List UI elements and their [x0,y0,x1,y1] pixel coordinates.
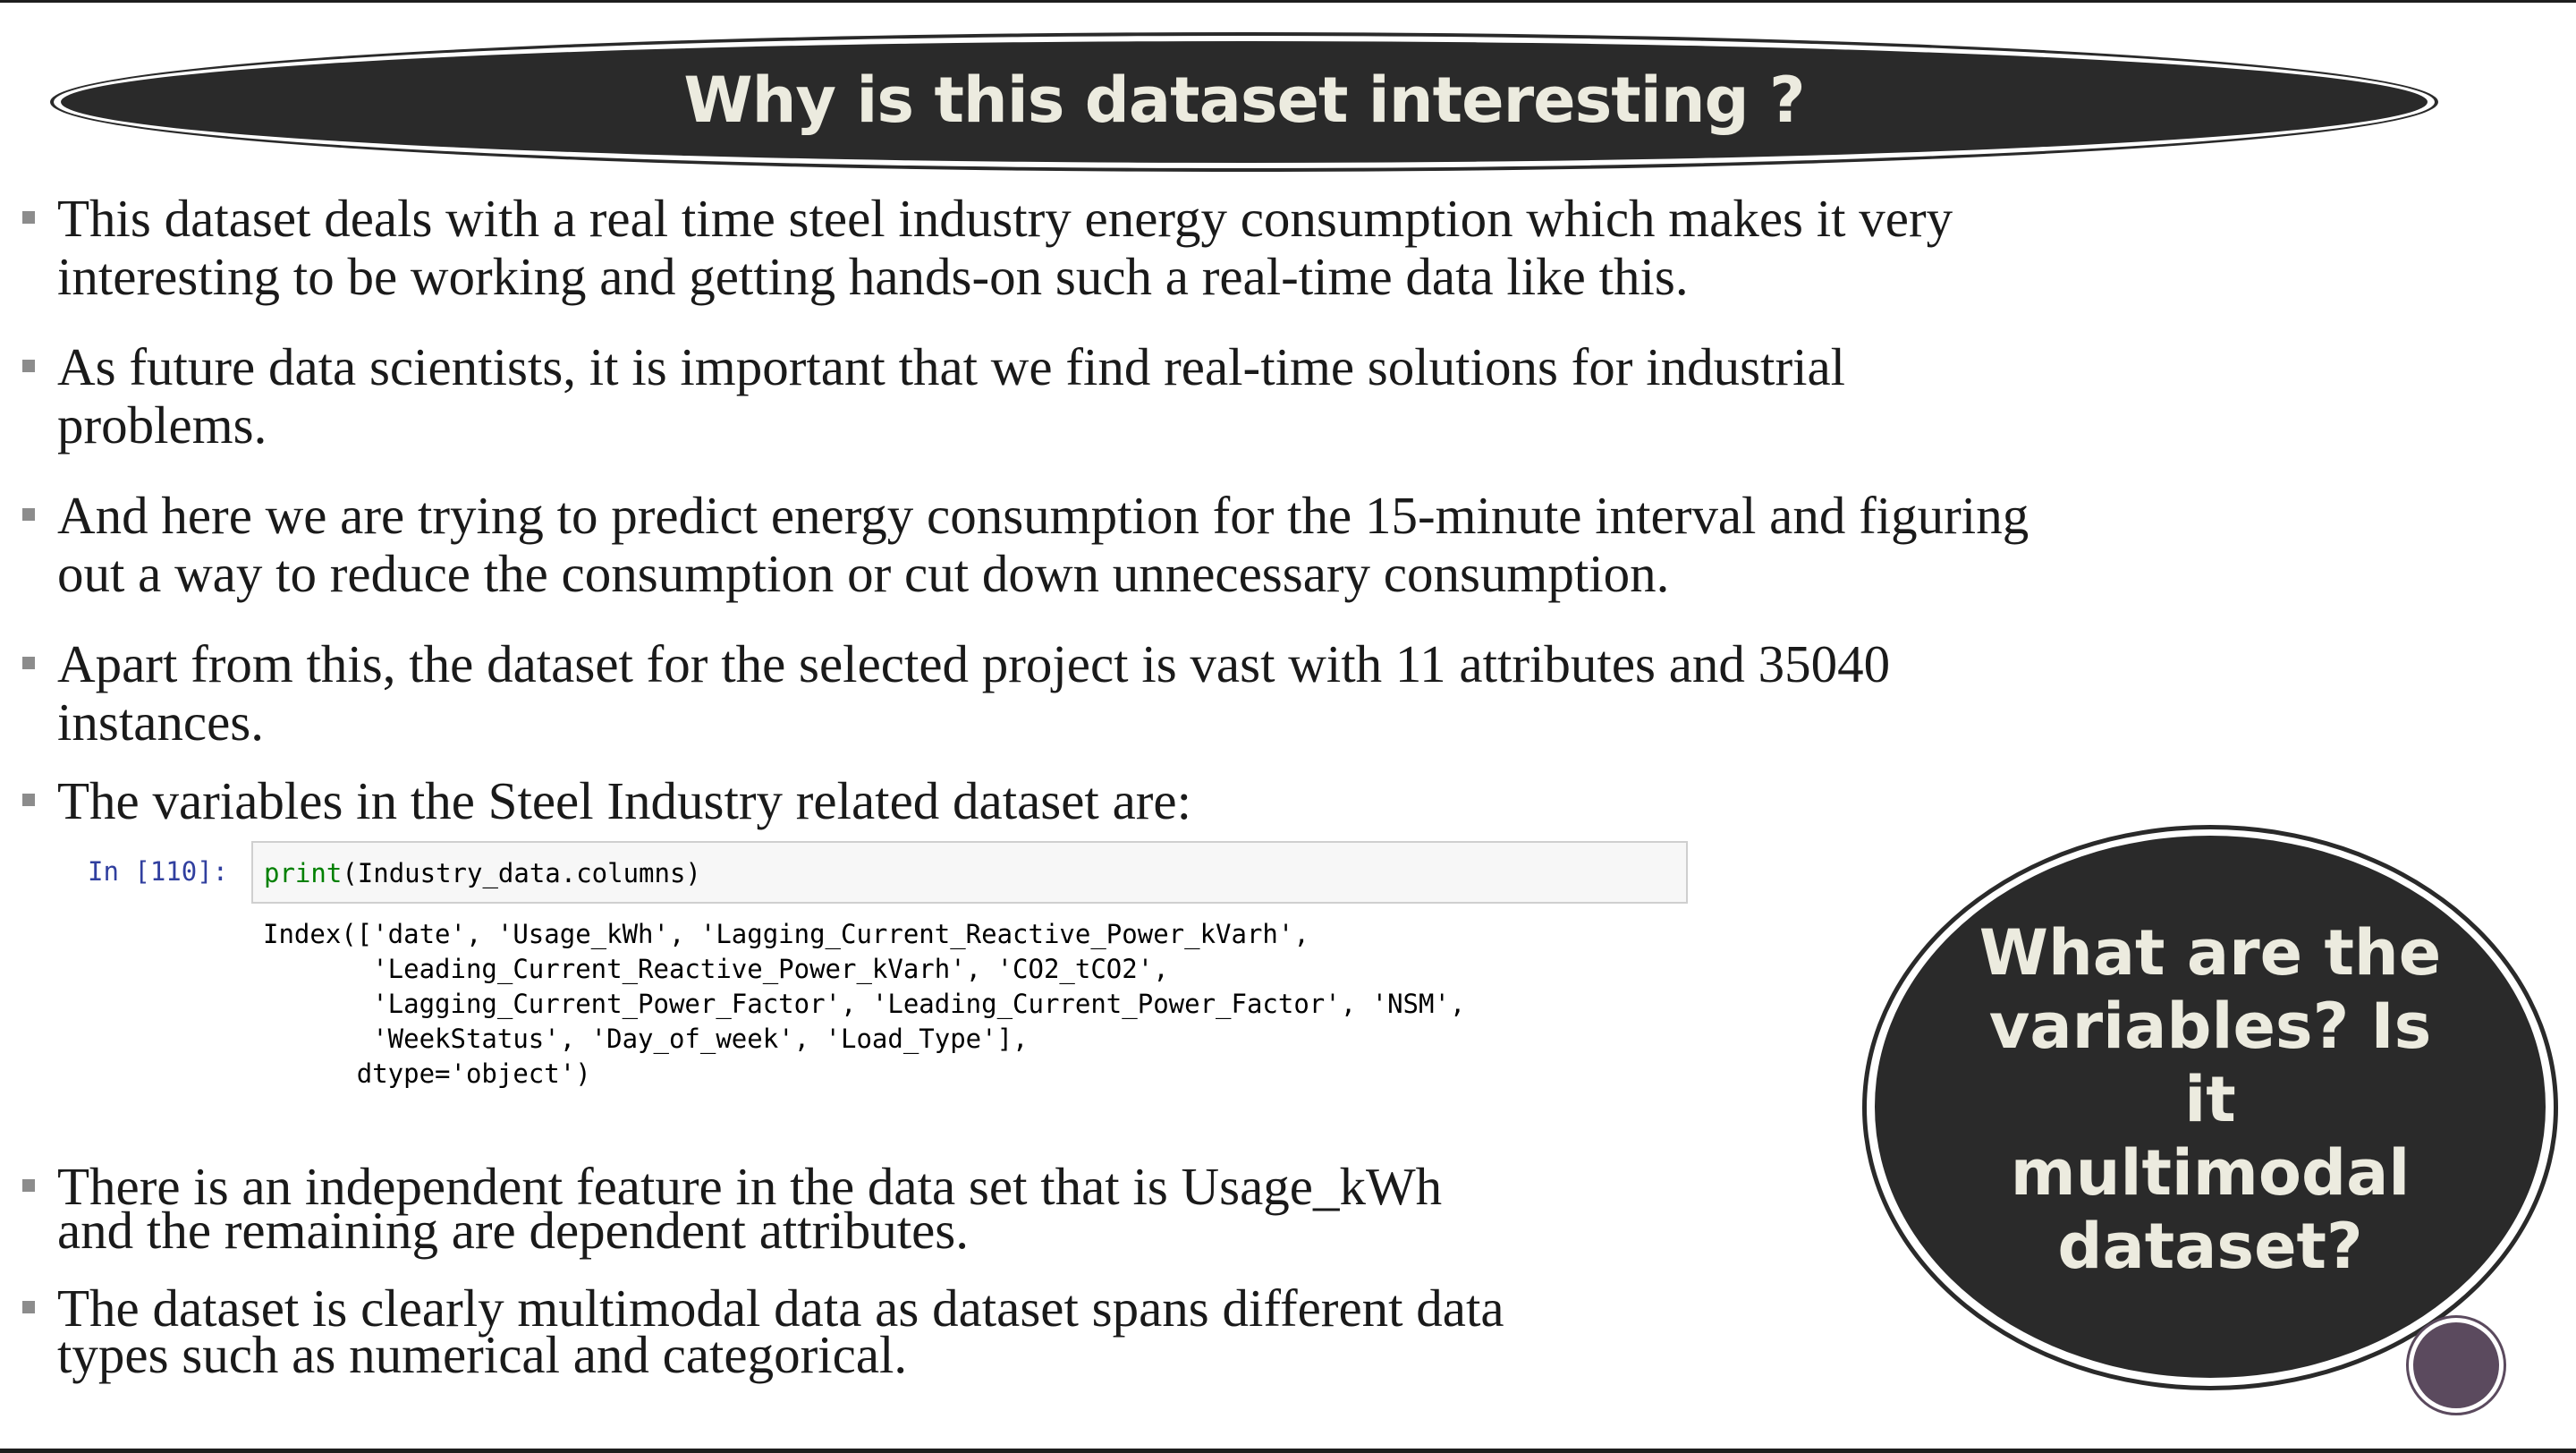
code-keyword: print [264,858,343,888]
bullet-line: The variables in the Steel Industry rela… [57,771,1191,830]
bullet-line: As future data scientists, it is importa… [57,337,1846,396]
bullet-line: And here we are trying to predict energy… [57,486,2029,545]
code-input-cell: print(Industry_data.columns) [251,841,1688,904]
bullet-marker [22,508,35,521]
bullet-line: and the remaining are dependent attribut… [57,1201,969,1260]
bullet-marker [22,211,35,224]
code-output: Index(['date', 'Usage_kWh', 'Lagging_Cur… [263,919,1466,1089]
bottom-border [0,1449,2576,1453]
bullet-line: types such as numerical and categorical. [57,1325,908,1384]
bullet-marker [22,1179,35,1192]
callout-circle: What are the variables? Is it multimodal… [1875,836,2546,1378]
decorative-disc [2413,1322,2499,1408]
bullet-line: Apart from this, the dataset for the sel… [57,634,1891,693]
bullet-line: interesting to be working and getting ha… [57,247,1689,306]
slide-title: Why is this dataset interesting ? [683,64,1805,137]
bullet-marker [22,1301,35,1313]
code-input-line: print(Industry_data.columns) [264,858,701,888]
bullet-line: out a way to reduce the consumption or c… [57,544,1670,603]
bullet-line: This dataset deals with a real time stee… [57,189,1953,248]
bullet-line: problems. [57,395,267,455]
title-banner: Why is this dataset interesting ? [61,41,2428,163]
bullet-marker [22,360,35,372]
top-border [0,0,2576,3]
code-arguments: (Industry_data.columns) [342,858,701,888]
bullet-marker [22,794,35,806]
bullet-marker [22,657,35,669]
callout-text: What are the variables? Is it multimodal… [1979,916,2442,1283]
bullet-line: instances. [57,693,265,752]
code-prompt: In [110]: [88,856,229,887]
